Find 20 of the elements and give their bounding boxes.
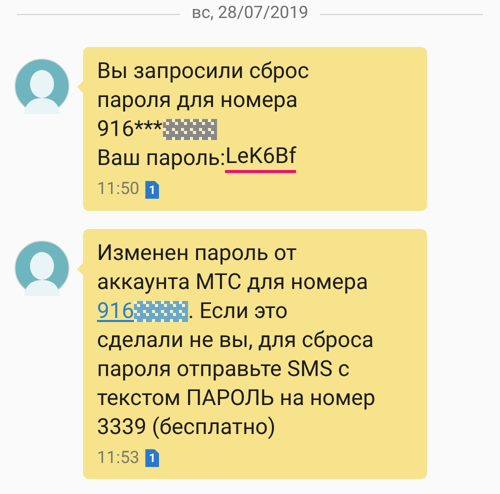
message-text: 3339 (бесплатно) (97, 414, 276, 442)
message-text: пароля для номера (97, 87, 298, 115)
sim-card-icon: 1 (145, 449, 160, 468)
password-text: LeK6Bf (225, 144, 296, 172)
message-time: 11:50 (97, 178, 140, 201)
message-text: . Если это (188, 298, 288, 326)
message-text: текстом ПАРОЛЬ на номер (97, 384, 376, 412)
message-text: 916*** (97, 116, 163, 144)
message-text: Изменен пароль от (97, 240, 297, 268)
sim-card-icon: 1 (145, 180, 160, 199)
message-text: аккаунта МТС для номера (97, 268, 368, 296)
avatar-icon (14, 240, 70, 296)
date-divider: вс, 28/07/2019 (192, 2, 308, 26)
message-text: Ваш пароль: (97, 145, 226, 173)
message-text: пароля отправьте SMS с (97, 356, 350, 384)
avatar-icon (14, 58, 70, 114)
message-text: Вы запросили сброс (97, 58, 309, 86)
phone-link[interactable]: 916 (97, 296, 134, 326)
message-text: сделали не вы, для сброса (97, 326, 374, 354)
message-time: 11:53 (97, 446, 140, 470)
